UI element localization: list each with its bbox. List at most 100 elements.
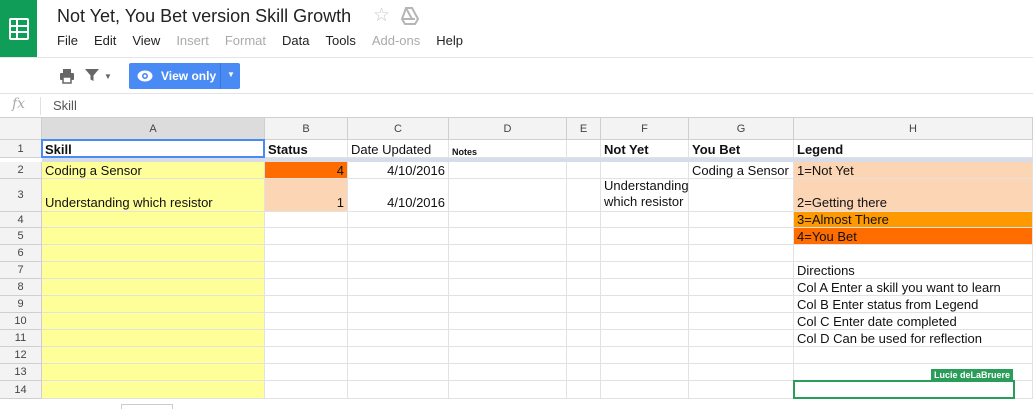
cell-d12[interactable] bbox=[449, 347, 567, 364]
cell-g1[interactable]: You Bet bbox=[689, 140, 794, 158]
cell-a6[interactable] bbox=[42, 245, 265, 262]
cell-g5[interactable] bbox=[689, 228, 794, 245]
cell-b7[interactable] bbox=[265, 262, 348, 279]
cell-c10[interactable] bbox=[348, 313, 449, 330]
cell-c9[interactable] bbox=[348, 296, 449, 313]
cell-h5[interactable]: 4=You Bet bbox=[794, 228, 1033, 245]
cell-c8[interactable] bbox=[348, 279, 449, 296]
print-icon[interactable] bbox=[59, 68, 75, 84]
column-header-g[interactable]: G bbox=[689, 117, 794, 140]
cell-g14[interactable] bbox=[689, 381, 794, 399]
cell-b2[interactable]: 4 bbox=[265, 162, 348, 179]
cell-c12[interactable] bbox=[348, 347, 449, 364]
cell-g8[interactable] bbox=[689, 279, 794, 296]
cell-h1[interactable]: Legend bbox=[794, 140, 1033, 158]
column-header-f[interactable]: F bbox=[601, 117, 689, 140]
cell-f10[interactable] bbox=[601, 313, 689, 330]
select-all-corner[interactable] bbox=[0, 117, 42, 140]
cell-b11[interactable] bbox=[265, 330, 348, 347]
cell-g10[interactable] bbox=[689, 313, 794, 330]
cell-b1[interactable]: Status bbox=[265, 140, 348, 158]
row-header-10[interactable]: 10 bbox=[0, 313, 42, 330]
cell-a1[interactable]: Skill bbox=[42, 140, 265, 158]
row-header-9[interactable]: 9 bbox=[0, 296, 42, 313]
cell-e5[interactable] bbox=[567, 228, 601, 245]
drive-icon[interactable] bbox=[400, 7, 420, 25]
cell-d8[interactable] bbox=[449, 279, 567, 296]
menu-tools[interactable]: Tools bbox=[325, 33, 355, 48]
cell-f13[interactable] bbox=[601, 364, 689, 381]
cell-e2[interactable] bbox=[567, 162, 601, 179]
cell-g4[interactable] bbox=[689, 212, 794, 228]
cell-a8[interactable] bbox=[42, 279, 265, 296]
row-header-1[interactable]: 1 bbox=[0, 140, 42, 158]
cell-d13[interactable] bbox=[449, 364, 567, 381]
column-header-d[interactable]: D bbox=[449, 117, 567, 140]
cell-h6[interactable] bbox=[794, 245, 1033, 262]
cell-h2[interactable]: 1=Not Yet bbox=[794, 162, 1033, 179]
cell-a10[interactable] bbox=[42, 313, 265, 330]
cell-c3[interactable]: 4/10/2016 bbox=[348, 179, 449, 212]
cell-e3[interactable] bbox=[567, 179, 601, 212]
cell-g9[interactable] bbox=[689, 296, 794, 313]
cell-f5[interactable] bbox=[601, 228, 689, 245]
cell-e14[interactable] bbox=[567, 381, 601, 399]
cell-d9[interactable] bbox=[449, 296, 567, 313]
cell-d1[interactable]: Notes bbox=[449, 140, 567, 158]
cell-h11[interactable]: Col D Can be used for reflection bbox=[794, 330, 1033, 347]
cell-c13[interactable] bbox=[348, 364, 449, 381]
sheet-tab[interactable] bbox=[121, 404, 173, 409]
formula-input[interactable]: Skill bbox=[53, 98, 77, 113]
cell-b6[interactable] bbox=[265, 245, 348, 262]
cell-f7[interactable] bbox=[601, 262, 689, 279]
cell-a7[interactable] bbox=[42, 262, 265, 279]
cell-d5[interactable] bbox=[449, 228, 567, 245]
menu-data[interactable]: Data bbox=[282, 33, 309, 48]
cell-f9[interactable] bbox=[601, 296, 689, 313]
row-header-5[interactable]: 5 bbox=[0, 228, 42, 245]
cell-h4[interactable]: 3=Almost There bbox=[794, 212, 1033, 228]
document-title[interactable]: Not Yet, You Bet version Skill Growth bbox=[57, 6, 351, 27]
cell-a13[interactable] bbox=[42, 364, 265, 381]
cell-b10[interactable] bbox=[265, 313, 348, 330]
row-header-7[interactable]: 7 bbox=[0, 262, 42, 279]
cell-g6[interactable] bbox=[689, 245, 794, 262]
cell-h14[interactable] bbox=[794, 381, 1033, 399]
cell-d2[interactable] bbox=[449, 162, 567, 179]
column-header-e[interactable]: E bbox=[567, 117, 601, 140]
cell-a2[interactable]: Coding a Sensor bbox=[42, 162, 265, 179]
cell-a9[interactable] bbox=[42, 296, 265, 313]
cell-a12[interactable] bbox=[42, 347, 265, 364]
column-header-a[interactable]: A bbox=[42, 117, 265, 140]
cell-a14[interactable] bbox=[42, 381, 265, 399]
menu-view[interactable]: View bbox=[132, 33, 160, 48]
row-header-11[interactable]: 11 bbox=[0, 330, 42, 347]
cell-b4[interactable] bbox=[265, 212, 348, 228]
cell-e11[interactable] bbox=[567, 330, 601, 347]
filter-icon[interactable] bbox=[85, 68, 99, 82]
cell-a11[interactable] bbox=[42, 330, 265, 347]
cell-a3[interactable]: Understanding which resistor bbox=[42, 179, 265, 212]
view-only-button[interactable]: View only ▼ bbox=[129, 63, 240, 89]
cell-f11[interactable] bbox=[601, 330, 689, 347]
cell-g12[interactable] bbox=[689, 347, 794, 364]
cell-d14[interactable] bbox=[449, 381, 567, 399]
cell-b14[interactable] bbox=[265, 381, 348, 399]
cell-b13[interactable] bbox=[265, 364, 348, 381]
cell-c2[interactable]: 4/10/2016 bbox=[348, 162, 449, 179]
cell-d10[interactable] bbox=[449, 313, 567, 330]
star-icon[interactable]: ☆ bbox=[373, 4, 390, 27]
cell-d6[interactable] bbox=[449, 245, 567, 262]
menu-edit[interactable]: Edit bbox=[94, 33, 116, 48]
cell-c14[interactable] bbox=[348, 381, 449, 399]
row-header-13[interactable]: 13 bbox=[0, 364, 42, 381]
cell-d3[interactable] bbox=[449, 179, 567, 212]
cell-b9[interactable] bbox=[265, 296, 348, 313]
cell-g11[interactable] bbox=[689, 330, 794, 347]
cell-e9[interactable] bbox=[567, 296, 601, 313]
cell-c11[interactable] bbox=[348, 330, 449, 347]
row-header-8[interactable]: 8 bbox=[0, 279, 42, 296]
cell-c1[interactable]: Date Updated bbox=[348, 140, 449, 158]
cell-a4[interactable] bbox=[42, 212, 265, 228]
column-header-h[interactable]: H bbox=[794, 117, 1033, 140]
